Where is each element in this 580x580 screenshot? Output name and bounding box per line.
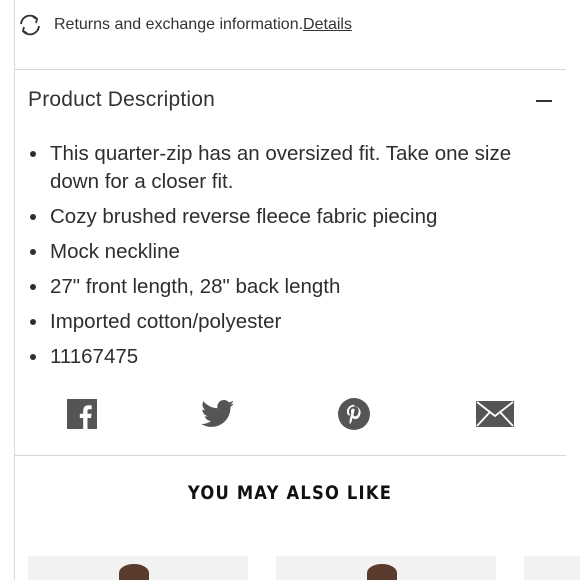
twitter-icon (200, 399, 235, 433)
returns-info: Returns and exchange information. Detail… (16, 10, 352, 40)
recommended-product-card[interactable] (276, 556, 496, 580)
refresh-arrows-icon (16, 11, 44, 39)
share-email-button[interactable] (474, 398, 516, 434)
facebook-icon (67, 398, 97, 434)
email-icon (476, 400, 514, 432)
returns-text: Returns and exchange information. (54, 16, 304, 33)
divider (14, 455, 566, 456)
list-item: 11167475 (28, 343, 548, 371)
list-item: Imported cotton/polyester (28, 308, 548, 336)
product-description-list: This quarter-zip has an oversized fit. T… (28, 140, 548, 378)
left-border (14, 0, 15, 580)
share-twitter-button[interactable] (198, 398, 238, 434)
pinterest-icon (338, 397, 370, 435)
list-item: Mock neckline (28, 238, 548, 266)
minus-icon[interactable] (536, 100, 552, 102)
divider (14, 69, 566, 70)
product-image-hair (367, 564, 397, 580)
product-image-hair (119, 564, 149, 580)
recommended-product-card[interactable] (524, 556, 580, 580)
share-facebook-button[interactable] (64, 398, 100, 434)
recommended-product-card[interactable] (28, 556, 248, 580)
list-item: 27" front length, 28" back length (28, 273, 548, 301)
list-item: Cozy brushed reverse fleece fabric pieci… (28, 203, 548, 231)
you-may-also-like-heading: YOU MAY ALSO LIKE (187, 482, 393, 504)
returns-details-link[interactable]: Details (303, 16, 352, 34)
product-description-title[interactable]: Product Description (28, 88, 215, 112)
share-pinterest-button[interactable] (336, 397, 372, 435)
list-item: This quarter-zip has an oversized fit. T… (28, 140, 548, 196)
